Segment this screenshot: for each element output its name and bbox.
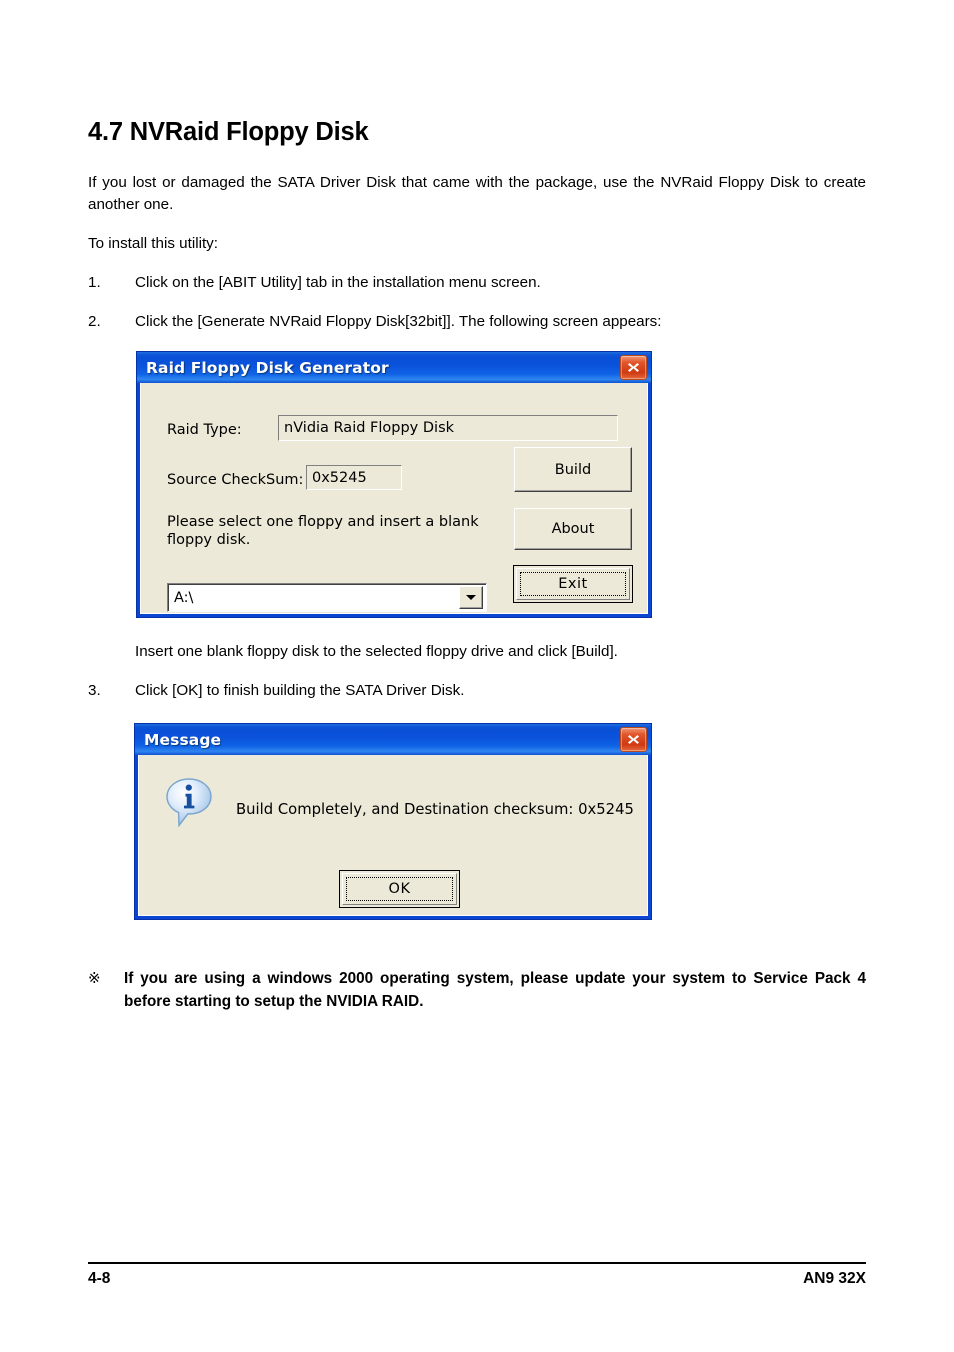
message-title: Message [144,730,222,749]
source-checksum-label: Source CheckSum: [167,472,304,488]
install-lead: To install this utility: [88,235,218,253]
raid-type-field: nVidia Raid Floppy Disk [278,415,618,441]
floppy-drive-value: A:\ [174,589,194,606]
message-text: Build Completely, and Destination checks… [236,801,634,818]
document-body: 4.7 NVRaid Floppy Disk If you lost or da… [88,118,866,350]
page-footer: 4-8 AN9 32X [88,1262,866,1288]
dialog-title: Raid Floppy Disk Generator [146,358,389,377]
info-icon [165,777,215,833]
footer-page-number: 4-8 [88,1270,111,1287]
warning-text: If you are using a windows 2000 operatin… [124,970,866,1011]
footer-model: AN9 32X [803,1270,866,1287]
list-item: 1. Click on the [ABIT Utility] tab in th… [88,272,866,294]
reference-mark-icon: ※ [88,970,101,988]
intro-paragraph: If you lost or damaged the SATA Driver D… [88,174,866,214]
step-text: Click the [Generate NVRaid Floppy Disk[3… [135,313,662,331]
build-button[interactable]: Build [514,447,632,492]
source-checksum-field: 0x5245 [306,465,402,490]
message-titlebar: Message [135,724,651,755]
exit-button-label: Exit [520,572,626,596]
insert-note: Insert one blank floppy disk to the sele… [135,643,618,660]
ok-button-label: OK [346,877,453,901]
step-text: Click [OK] to finish building the SATA D… [135,682,465,700]
floppy-drive-select: A:\ [167,583,487,612]
page-title: 4.7 NVRaid Floppy Disk [88,118,369,146]
step-number: 3. [88,682,101,700]
message-client-area: Build Completely, and Destination checks… [138,755,648,916]
document-page: 4.7 NVRaid Floppy Disk If you lost or da… [0,0,954,1352]
dialog-client-area: Raid Type: nVidia Raid Floppy Disk Sourc… [140,383,648,614]
raid-floppy-disk-generator-dialog[interactable]: Raid Floppy Disk Generator Raid Type: nV… [136,351,652,618]
message-dialog[interactable]: Message Build Completely, and Destinatio… [134,723,652,920]
raid-type-label: Raid Type: [167,422,242,438]
steps-list-continued: 3. Click [OK] to finish building the SAT… [88,680,866,702]
list-item: 3. Click [OK] to finish building the SAT… [88,680,866,702]
exit-button[interactable]: Exit [513,565,633,603]
step-number: 1. [88,274,101,292]
step-number: 2. [88,313,101,331]
warning-note: ※ If you are using a windows 2000 operat… [88,953,866,1029]
insert-note-block: Insert one blank floppy disk to the sele… [88,641,866,719]
floppy-instruction-text: Please select one floppy and insert a bl… [167,514,479,549]
ok-button[interactable]: OK [339,870,460,908]
close-icon[interactable] [620,727,647,752]
list-item: 2. Click the [Generate NVRaid Floppy Dis… [88,311,866,333]
close-icon[interactable] [620,355,647,380]
dialog-titlebar: Raid Floppy Disk Generator [137,352,651,383]
chevron-down-icon[interactable] [459,586,483,609]
step-text: Click on the [ABIT Utility] tab in the i… [135,274,541,292]
about-button[interactable]: About [514,508,632,550]
steps-list: 1. Click on the [ABIT Utility] tab in th… [88,272,866,333]
